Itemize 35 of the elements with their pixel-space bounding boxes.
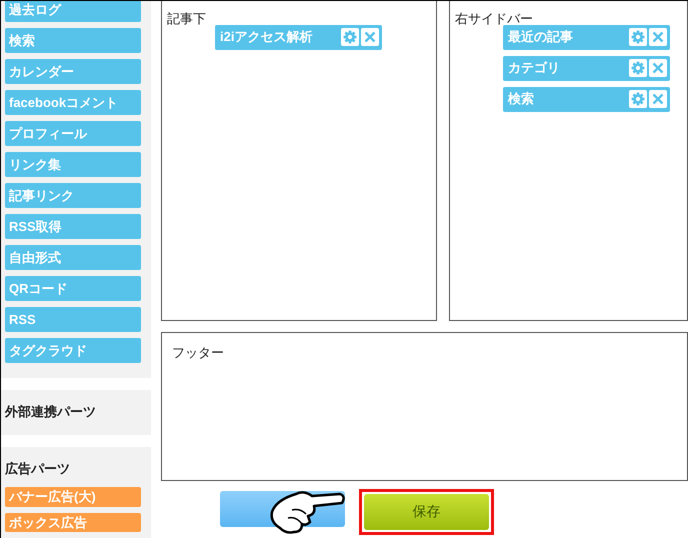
part-item[interactable]: RSS取得 [5,214,141,239]
close-icon[interactable] [361,28,379,46]
part-item[interactable]: RSS [5,307,141,332]
part-item[interactable]: 記事リンク [5,183,141,208]
part-item[interactable]: カレンダー [5,59,141,84]
group-title: 外部連携パーツ [5,403,97,421]
close-icon[interactable] [649,28,667,46]
area-title: 記事下 [167,10,207,28]
close-icon[interactable] [649,90,667,108]
gear-icon[interactable] [629,28,647,46]
widget-item[interactable]: i2iアクセス解析 [215,24,382,50]
widget-item[interactable]: 最近の記事 [503,24,670,50]
part-item[interactable]: 自由形式 [5,245,141,270]
save-button[interactable]: 保存 [364,494,489,530]
gear-icon[interactable] [341,28,359,46]
part-item[interactable]: ボックス広告 [5,512,141,532]
part-item[interactable]: タグクラウド [5,338,141,363]
part-item[interactable]: バナー広告(大) [5,487,141,507]
gear-icon[interactable] [629,90,647,108]
widget-label: 最近の記事 [508,28,573,46]
group-title: 広告パーツ [5,460,71,478]
part-item[interactable]: 過去ログ [5,1,141,22]
widget-item[interactable]: カテゴリ [503,56,670,80]
part-item[interactable]: 検索 [5,28,141,53]
part-item[interactable]: プロフィール [5,121,141,146]
area-title: フッター [172,345,224,360]
widget-label: i2iアクセス解析 [220,28,312,46]
part-item[interactable]: リンク集 [5,152,141,177]
widget-label: 検索 [508,90,534,108]
widget-label: カテゴリ [508,59,560,78]
part-item[interactable]: facebookコメント [5,90,141,115]
close-icon[interactable] [649,59,667,77]
part-item[interactable]: QRコード [5,276,141,301]
gear-icon[interactable] [629,59,647,77]
widget-item[interactable]: 検索 [503,86,670,112]
